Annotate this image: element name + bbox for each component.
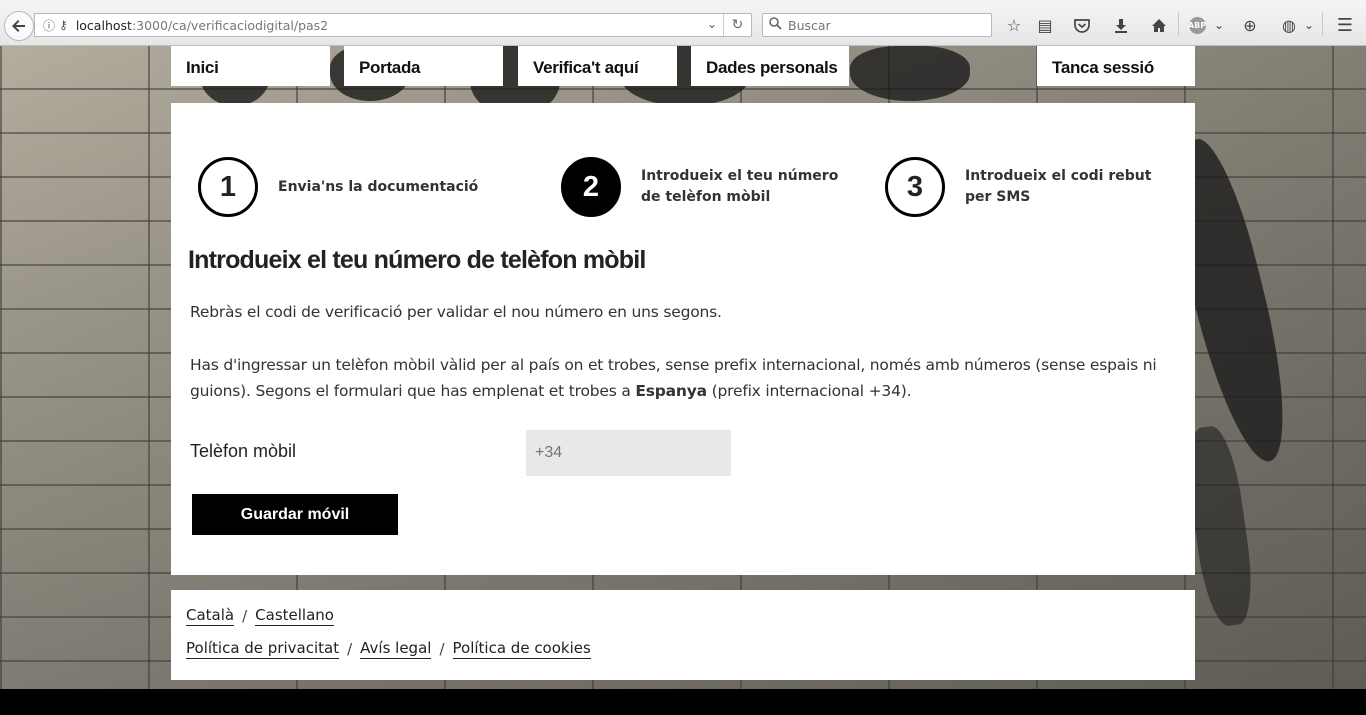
info-text: Has d'ingressar un telèfon mòbil vàlid p… [190, 352, 1180, 404]
hamburger-menu-icon[interactable]: ☰ [1334, 14, 1356, 36]
nav-verifica[interactable]: Verifica't aquí [518, 46, 677, 86]
url-host: localhost [75, 17, 132, 33]
nav-portada[interactable]: Portada [344, 46, 503, 86]
footer: Català / Castellano Política de privacit… [171, 590, 1195, 680]
step-label: Introdueix el codi rebut per SMS [965, 166, 1151, 208]
search-icon [769, 17, 782, 33]
lang-castellano-link[interactable]: Castellano [255, 606, 334, 626]
reading-list-icon[interactable]: ▤ [1034, 14, 1056, 36]
bottom-strip [0, 689, 1366, 715]
world-icon[interactable]: ◍ [1278, 14, 1300, 36]
legal-links: Política de privacitat / Avís legal / Po… [186, 639, 591, 659]
step-number: 3 [885, 157, 945, 217]
back-arrow-icon [12, 20, 25, 32]
phone-input[interactable] [526, 430, 731, 476]
back-button[interactable] [4, 11, 34, 41]
privacy-link[interactable]: Política de privacitat [186, 639, 340, 659]
url-path: :3000/ca/verificaciodigital/pas2 [131, 17, 329, 33]
toolbar-divider [1178, 12, 1179, 36]
pocket-icon[interactable] [1071, 14, 1093, 36]
url-text[interactable]: localhost:3000/ca/verificaciodigital/pas… [76, 18, 328, 33]
page-title: Introdueix el teu número de telèfon mòbi… [188, 246, 646, 274]
step-label-line: Introdueix el codi rebut [965, 168, 1152, 184]
search-input[interactable] [788, 17, 978, 33]
nav-dades-personals[interactable]: Dades personals [691, 46, 849, 86]
background-shadow [850, 46, 970, 101]
globe-extension-icon[interactable]: ⊕ [1239, 14, 1261, 36]
main-panel: 1 Envia'ns la documentació 2 Introdueix … [171, 103, 1195, 575]
url-bar[interactable]: ⓘ ⚷ localhost:3000/ca/verificaciodigital… [34, 13, 752, 37]
step-label-line: de telèfon mòbil [641, 189, 771, 205]
info-text-part: (prefix internacional +34). [706, 382, 912, 400]
intro-text: Rebràs el codi de verificació per valida… [190, 303, 722, 321]
separator: / [242, 607, 248, 625]
search-bar[interactable] [762, 13, 992, 37]
step-label-line: Envia'ns la documentació [278, 178, 479, 195]
step-number: 1 [198, 157, 258, 217]
step-3: 3 Introdueix el codi rebut per SMS [885, 157, 1151, 217]
step-label-line: Introdueix el teu número [641, 168, 839, 184]
step-1: 1 Envia'ns la documentació [198, 157, 478, 217]
home-icon[interactable] [1148, 14, 1170, 36]
reload-icon[interactable]: ↻ [723, 14, 751, 36]
legal-link[interactable]: Avís legal [360, 639, 432, 659]
chevron-down-icon[interactable]: ⌄ [1208, 14, 1230, 36]
step-label: Introdueix el teu número de telèfon mòbi… [641, 166, 838, 208]
nav-inici[interactable]: Inici [171, 46, 330, 86]
chevron-down-icon[interactable]: ⌄ [1298, 14, 1320, 36]
separator: / [439, 640, 445, 658]
phone-label: Telèfon mòbil [190, 441, 297, 461]
browser-toolbar: ⓘ ⚷ localhost:3000/ca/verificaciodigital… [0, 0, 1366, 46]
save-mobile-button[interactable]: Guardar móvil [192, 494, 398, 535]
chevron-down-icon[interactable]: ⌄ [707, 17, 717, 31]
step-label-line: per SMS [965, 189, 1031, 205]
download-icon[interactable] [1110, 14, 1132, 36]
language-links: Català / Castellano [186, 606, 334, 626]
step-2: 2 Introdueix el teu número de telèfon mò… [561, 157, 838, 217]
info-icon[interactable]: ⓘ [43, 17, 55, 34]
toolbar-divider [1322, 12, 1323, 36]
bookmark-star-icon[interactable]: ☆ [1003, 14, 1025, 36]
country-name: Espanya [635, 382, 707, 400]
adblock-icon[interactable]: ABP [1186, 14, 1208, 36]
cookies-link[interactable]: Política de cookies [452, 639, 591, 659]
separator: / [347, 640, 353, 658]
lang-catala-link[interactable]: Català [186, 606, 235, 626]
key-icon[interactable]: ⚷ [59, 18, 68, 32]
nav-tanca-sessio[interactable]: Tanca sessió [1037, 46, 1195, 86]
step-number: 2 [561, 157, 621, 217]
step-label: Envia'ns la documentació [278, 177, 478, 198]
